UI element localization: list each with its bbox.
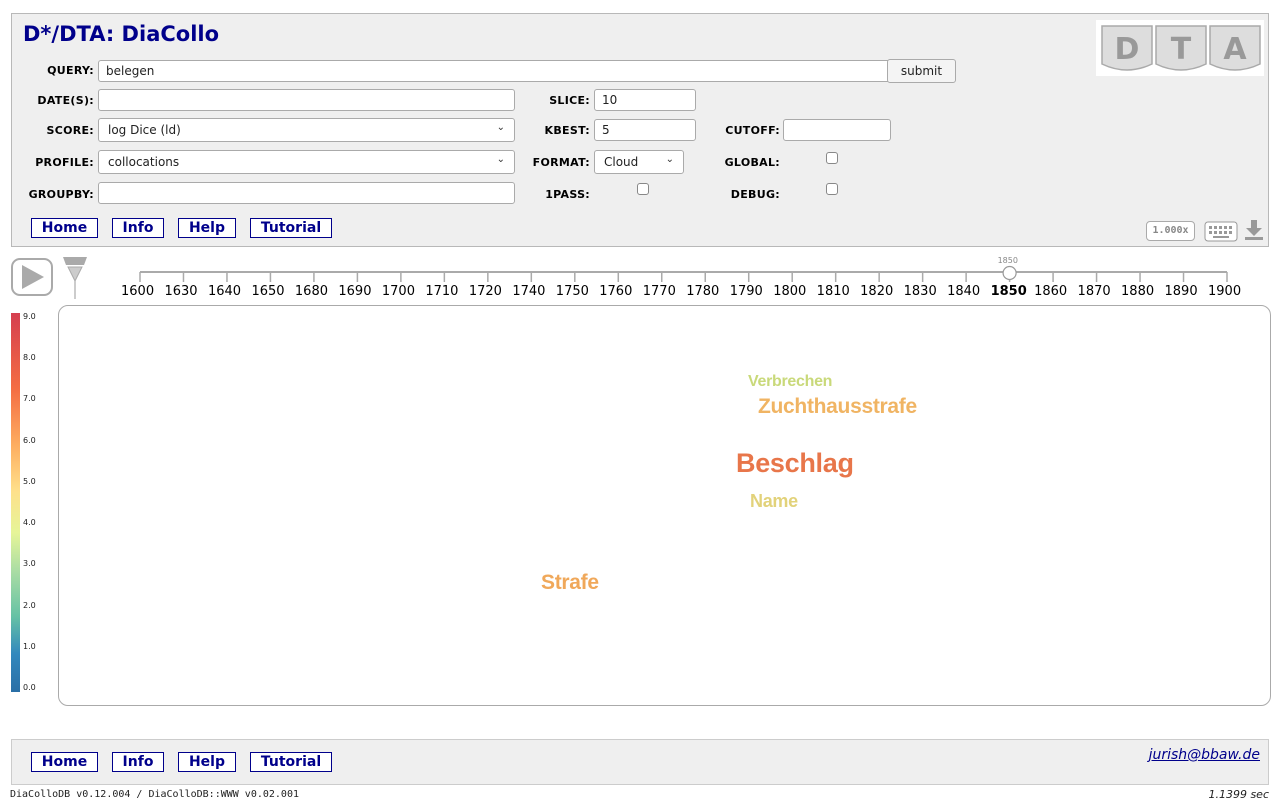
color-scale-label: 4.0 xyxy=(23,518,36,528)
format-select[interactable]: Cloud ⌄ xyxy=(594,150,684,174)
kbest-label: KBEST: xyxy=(544,124,590,137)
format-value: Cloud xyxy=(604,155,639,169)
timeline-tick-label[interactable]: 1770 xyxy=(643,284,676,299)
timeline-tick-label[interactable]: 1600 xyxy=(121,284,154,299)
keyboard-icon[interactable] xyxy=(1204,221,1238,242)
profile-value: collocations xyxy=(108,155,180,169)
timeline-tick-label[interactable]: 1830 xyxy=(904,284,937,299)
onepass-label: 1PASS: xyxy=(545,188,590,201)
timeline-tick-label[interactable]: 1690 xyxy=(338,284,371,299)
timeline-tick-label[interactable]: 1890 xyxy=(1165,284,1198,299)
download-icon[interactable] xyxy=(1244,219,1264,241)
query-label: QUERY: xyxy=(47,64,94,77)
timeline-tick-label[interactable]: 1790 xyxy=(730,284,763,299)
slider-handle[interactable] xyxy=(1002,265,1017,281)
dates-input[interactable] xyxy=(98,89,515,111)
cloud-word-zuchthausstrafe[interactable]: Zuchthausstrafe xyxy=(758,395,917,419)
cloud-word-verbrechen[interactable]: Verbrechen xyxy=(748,373,832,391)
timeline-tick-label[interactable]: 1880 xyxy=(1121,284,1154,299)
chevron-down-icon: ⌄ xyxy=(496,154,505,165)
submit-button[interactable]: submit xyxy=(887,59,956,83)
global-label: GLOBAL: xyxy=(724,156,780,169)
global-checkbox[interactable] xyxy=(826,152,838,164)
tutorial-button[interactable]: Tutorial xyxy=(250,218,332,238)
color-scale-label: 1.0 xyxy=(23,641,36,651)
timeline-tick-label[interactable]: 1870 xyxy=(1078,284,1111,299)
app-title: D*/DTA: DiaCollo xyxy=(23,22,220,46)
timeline-tick-label[interactable]: 1850 xyxy=(991,284,1027,299)
groupby-input[interactable] xyxy=(98,182,515,204)
contact-email-link[interactable]: jurish@bbaw.de xyxy=(1149,747,1260,763)
cloud-word-beschlag[interactable]: Beschlag xyxy=(736,448,854,479)
color-scale-bar xyxy=(11,313,20,692)
timeline-tick-label[interactable]: 1820 xyxy=(860,284,893,299)
chevron-down-icon: ⌄ xyxy=(496,122,505,133)
timeline-slider[interactable] xyxy=(0,250,1273,310)
logo-letter-d: D xyxy=(1115,32,1140,67)
chevron-down-icon: ⌄ xyxy=(665,154,674,165)
cutoff-label: CUTOFF: xyxy=(725,124,780,137)
footer-help-button[interactable]: Help xyxy=(178,752,236,772)
debug-label: DEBUG: xyxy=(730,188,780,201)
timeline-tick-label[interactable]: 1720 xyxy=(469,284,502,299)
timeline-tick-label[interactable]: 1740 xyxy=(512,284,545,299)
slice-label: SLICE: xyxy=(549,94,590,107)
cutoff-input[interactable] xyxy=(783,119,891,141)
version-text: DiaColloDB v0.12.004 / DiaColloDB::WWW v… xyxy=(10,789,299,800)
color-scale-label: 9.0 xyxy=(23,312,36,321)
onepass-checkbox[interactable] xyxy=(637,183,649,195)
profile-select[interactable]: collocations ⌄ xyxy=(98,150,515,174)
color-scale-label: 0.0 xyxy=(23,683,36,692)
footer-info-button[interactable]: Info xyxy=(112,752,164,772)
debug-checkbox[interactable] xyxy=(826,183,838,195)
logo-letter-a: A xyxy=(1223,32,1247,67)
score-value: log Dice (ld) xyxy=(108,123,181,137)
slice-input[interactable]: 10 xyxy=(594,89,696,111)
cloud-word-strafe[interactable]: Strafe xyxy=(541,571,599,595)
footer-tutorial-button[interactable]: Tutorial xyxy=(250,752,332,772)
dates-label: DATE(S): xyxy=(37,94,94,107)
word-cloud: Verbrechen Zuchthausstrafe Beschlag Name… xyxy=(58,305,1271,706)
timing-text: 1.1399 sec xyxy=(1208,788,1269,801)
format-label: FORMAT: xyxy=(532,156,590,169)
timeline-tick-label[interactable]: 1630 xyxy=(164,284,197,299)
timeline-tick-label[interactable]: 1800 xyxy=(773,284,806,299)
profile-label: PROFILE: xyxy=(35,156,94,169)
kbest-input[interactable]: 5 xyxy=(594,119,696,141)
info-button[interactable]: Info xyxy=(112,218,164,238)
timeline-tick-label[interactable]: 1640 xyxy=(208,284,241,299)
score-select[interactable]: log Dice (ld) ⌄ xyxy=(98,118,515,142)
groupby-label: GROUPBY: xyxy=(28,188,94,201)
dta-logo: D T A xyxy=(1096,20,1264,76)
color-scale-label: 2.0 xyxy=(23,600,36,610)
query-input[interactable]: belegen xyxy=(98,60,896,82)
timeline-tick-label[interactable]: 1700 xyxy=(382,284,415,299)
timeline-tick-label[interactable]: 1860 xyxy=(1034,284,1067,299)
timeline-tick-label[interactable]: 1650 xyxy=(251,284,284,299)
cloud-word-name[interactable]: Name xyxy=(750,491,798,512)
timeline-tick-label[interactable]: 1810 xyxy=(817,284,850,299)
timeline-tick-label[interactable]: 1680 xyxy=(295,284,328,299)
home-button[interactable]: Home xyxy=(31,218,98,238)
timeline-tick-label[interactable]: 1750 xyxy=(556,284,589,299)
color-scale-label: 6.0 xyxy=(23,435,36,445)
score-label: SCORE: xyxy=(46,124,94,137)
zoom-badge[interactable]: 1.000x xyxy=(1146,221,1195,241)
timeline-tick-label[interactable]: 1780 xyxy=(686,284,719,299)
timeline-tick-label[interactable]: 1710 xyxy=(425,284,458,299)
help-button[interactable]: Help xyxy=(178,218,236,238)
logo-letter-t: T xyxy=(1171,32,1192,67)
color-scale-label: 5.0 xyxy=(23,476,36,486)
color-scale-label: 3.0 xyxy=(23,559,36,569)
slider-handle-label: 1850 xyxy=(997,256,1018,265)
timeline-tick-label[interactable]: 1760 xyxy=(599,284,632,299)
timeline-tick-label[interactable]: 1900 xyxy=(1208,284,1241,299)
timeline-tick-label[interactable]: 1840 xyxy=(947,284,980,299)
footer-home-button[interactable]: Home xyxy=(31,752,98,772)
color-scale-label: 7.0 xyxy=(23,394,36,404)
query-panel: D*/DTA: DiaCollo D T A QUERY: belegen su… xyxy=(11,13,1269,247)
color-scale-label: 8.0 xyxy=(23,353,36,363)
footer-panel: Home Info Help Tutorial jurish@bbaw.de xyxy=(11,739,1269,785)
